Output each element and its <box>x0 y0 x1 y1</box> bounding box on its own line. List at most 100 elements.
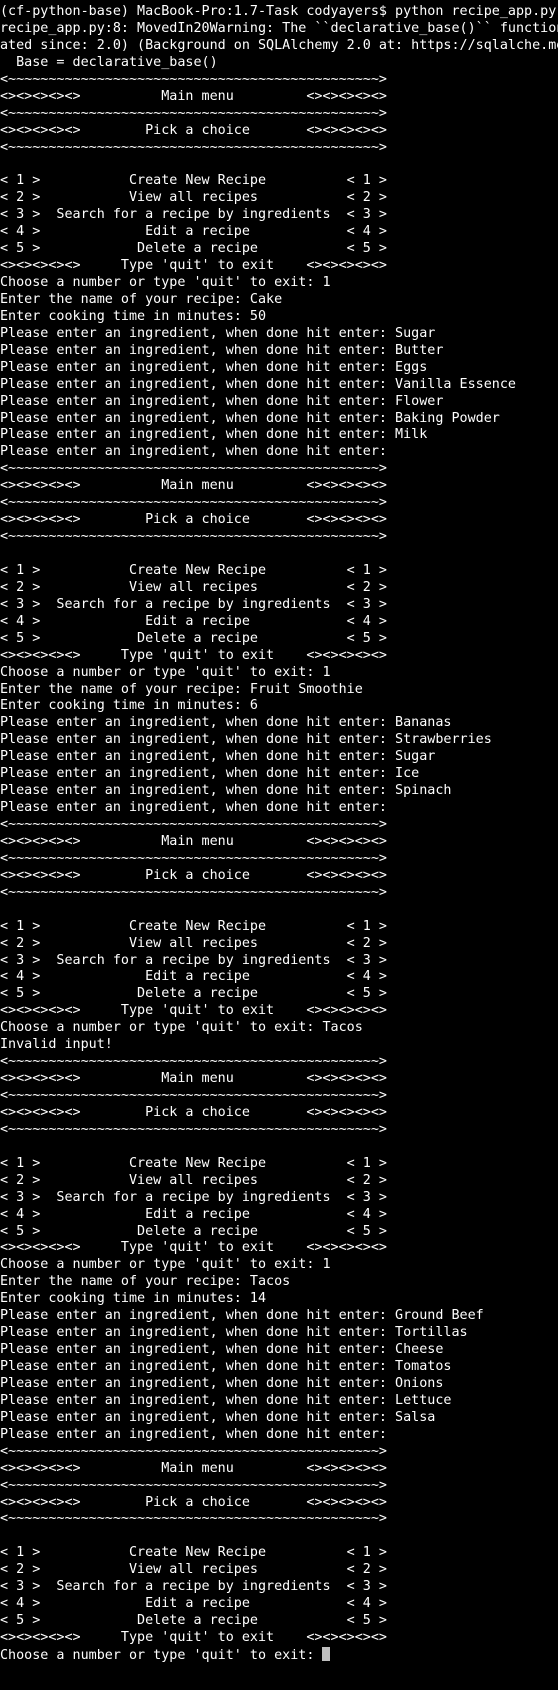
terminal-line: Please enter an ingredient, when done hi… <box>0 325 436 341</box>
terminal-line: ated since: 2.0) (Background on SQLAlche… <box>0 37 558 53</box>
terminal-line: Please enter an ingredient, when done hi… <box>0 1308 484 1324</box>
terminal-line: < 5 > Delete a recipe < 5 > <box>0 986 387 1002</box>
terminal-line: Please enter an ingredient, when done hi… <box>0 800 387 816</box>
terminal-line: <~~~~~~~~~~~~~~~~~~~~~~~~~~~~~~~~~~~~~~~… <box>0 1477 387 1493</box>
terminal-line: <~~~~~~~~~~~~~~~~~~~~~~~~~~~~~~~~~~~~~~~… <box>0 495 387 511</box>
terminal-line: Please enter an ingredient, when done hi… <box>0 410 500 426</box>
terminal-line: <~~~~~~~~~~~~~~~~~~~~~~~~~~~~~~~~~~~~~~~… <box>0 71 387 87</box>
terminal-line: < 5 > Delete a recipe < 5 > <box>0 241 387 257</box>
terminal-line: Enter the name of your recipe: Tacos <box>0 1274 291 1290</box>
terminal-line: < 2 > View all recipes < 2 > <box>0 579 387 595</box>
terminal-line: <><><><><> Pick a choice <><><><><> <box>0 1104 387 1120</box>
terminal-line: <><><><><> Main menu <><><><><> <box>0 833 387 849</box>
terminal-line: < 4 > Edit a recipe < 4 > <box>0 969 387 985</box>
terminal-line: < 4 > Edit a recipe < 4 > <box>0 1596 387 1612</box>
terminal-line: <~~~~~~~~~~~~~~~~~~~~~~~~~~~~~~~~~~~~~~~… <box>0 1443 387 1459</box>
terminal-line: < 3 > Search for a recipe by ingredients… <box>0 1189 387 1205</box>
terminal-line: <~~~~~~~~~~~~~~~~~~~~~~~~~~~~~~~~~~~~~~~… <box>0 461 387 477</box>
terminal-line: recipe_app.py:8: MovedIn20Warning: The `… <box>0 20 558 36</box>
terminal-line: <><><><><> Pick a choice <><><><><> <box>0 867 387 883</box>
terminal-line: Please enter an ingredient, when done hi… <box>0 783 452 799</box>
terminal-line: Please enter an ingredient, when done hi… <box>0 1392 452 1408</box>
terminal-line: < 1 > Create New Recipe < 1 > <box>0 1155 387 1171</box>
terminal-line: <><><><><> Type 'quit' to exit <><><><><… <box>0 1003 387 1019</box>
terminal-line: <><><><><> Type 'quit' to exit <><><><><… <box>0 1630 387 1645</box>
terminal-line: <~~~~~~~~~~~~~~~~~~~~~~~~~~~~~~~~~~~~~~~… <box>0 529 387 545</box>
terminal-line: < 4 > Edit a recipe < 4 > <box>0 1206 387 1222</box>
terminal-line: Please enter an ingredient, when done hi… <box>0 1325 468 1341</box>
terminal-line: < 4 > Edit a recipe < 4 > <box>0 613 387 629</box>
terminal-line: <~~~~~~~~~~~~~~~~~~~~~~~~~~~~~~~~~~~~~~~… <box>0 1054 387 1070</box>
terminal-line: < 5 > Delete a recipe < 5 > <box>0 1223 387 1239</box>
terminal-line: < 3 > Search for a recipe by ingredients… <box>0 207 387 223</box>
terminal-line: < 1 > Create New Recipe < 1 > <box>0 918 387 934</box>
terminal-line: Please enter an ingredient, when done hi… <box>0 732 492 748</box>
terminal-line: < 1 > Create New Recipe < 1 > <box>0 1545 387 1561</box>
terminal-line: Base = declarative_base() <box>0 54 218 70</box>
terminal-line: < 2 > View all recipes < 2 > <box>0 935 387 951</box>
terminal-line: Please enter an ingredient, when done hi… <box>0 444 387 460</box>
terminal-line: Please enter an ingredient, when done hi… <box>0 1359 452 1374</box>
terminal-line: < 1 > Create New Recipe < 1 > <box>0 562 387 578</box>
terminal-line: <~~~~~~~~~~~~~~~~~~~~~~~~~~~~~~~~~~~~~~~… <box>0 817 387 832</box>
terminal-line: Please enter an ingredient, when done hi… <box>0 393 444 409</box>
terminal-line: < 3 > Search for a recipe by ingredients… <box>0 596 387 612</box>
prompt-text: Choose a number or type 'quit' to exit: <box>0 1647 323 1663</box>
terminal-line: <><><><><> Pick a choice <><><><><> <box>0 512 387 528</box>
terminal-line: Invalid input! <box>0 1037 113 1053</box>
terminal-line: < 3 > Search for a recipe by ingredients… <box>0 952 387 968</box>
terminal-line: Please enter an ingredient, when done hi… <box>0 427 428 443</box>
terminal-line: <~~~~~~~~~~~~~~~~~~~~~~~~~~~~~~~~~~~~~~~… <box>0 884 387 900</box>
terminal-line: < 5 > Delete a recipe < 5 > <box>0 1613 387 1629</box>
terminal-line: Please enter an ingredient, when done hi… <box>0 1375 444 1391</box>
terminal-line: < 2 > View all recipes < 2 > <box>0 1172 387 1188</box>
terminal-line: Please enter an ingredient, when done hi… <box>0 1426 387 1442</box>
terminal-line: <><><><><> Type 'quit' to exit <><><><><… <box>0 647 387 663</box>
terminal-line: <~~~~~~~~~~~~~~~~~~~~~~~~~~~~~~~~~~~~~~~… <box>0 1088 387 1103</box>
terminal-line: < 2 > View all recipes < 2 > <box>0 190 387 206</box>
terminal-line: < 4 > Edit a recipe < 4 > <box>0 224 387 240</box>
terminal-line: < 1 > Create New Recipe < 1 > <box>0 173 387 189</box>
terminal-line: <~~~~~~~~~~~~~~~~~~~~~~~~~~~~~~~~~~~~~~~… <box>0 139 387 155</box>
terminal-line: <~~~~~~~~~~~~~~~~~~~~~~~~~~~~~~~~~~~~~~~… <box>0 1511 387 1527</box>
terminal-line: Enter cooking time in minutes: 14 <box>0 1291 267 1307</box>
terminal-line: <><><><><> Main menu <><><><><> <box>0 1460 387 1476</box>
terminal-line: <><><><><> Type 'quit' to exit <><><><><… <box>0 258 387 274</box>
terminal-line: <><><><><> Pick a choice <><><><><> <box>0 1494 387 1510</box>
terminal-line: Please enter an ingredient, when done hi… <box>0 342 444 358</box>
terminal-line: <~~~~~~~~~~~~~~~~~~~~~~~~~~~~~~~~~~~~~~~… <box>0 850 387 866</box>
terminal-line: Please enter an ingredient, when done hi… <box>0 359 428 375</box>
terminal-output: (cf-python-base) MacBook-Pro:1.7-Task co… <box>0 4 558 1647</box>
terminal-line: (cf-python-base) MacBook-Pro:1.7-Task co… <box>0 4 557 19</box>
terminal-window[interactable]: (cf-python-base) MacBook-Pro:1.7-Task co… <box>0 0 558 1690</box>
terminal-line: Choose a number or type 'quit' to exit: … <box>0 275 331 290</box>
terminal-line: <><><><><> Main menu <><><><><> <box>0 478 387 494</box>
terminal-line: Please enter an ingredient, when done hi… <box>0 376 516 392</box>
terminal-line: <><><><><> Type 'quit' to exit <><><><><… <box>0 1240 387 1256</box>
terminal-line: < 3 > Search for a recipe by ingredients… <box>0 1579 387 1595</box>
terminal-line: <~~~~~~~~~~~~~~~~~~~~~~~~~~~~~~~~~~~~~~~… <box>0 1121 387 1137</box>
terminal-line: < 2 > View all recipes < 2 > <box>0 1562 387 1578</box>
terminal-line: Please enter an ingredient, when done hi… <box>0 766 420 782</box>
terminal-line: <><><><><> Main menu <><><><><> <box>0 88 387 104</box>
terminal-line: < 5 > Delete a recipe < 5 > <box>0 630 387 646</box>
terminal-line: Please enter an ingredient, when done hi… <box>0 715 452 731</box>
terminal-line: <><><><><> Main menu <><><><><> <box>0 1071 387 1087</box>
terminal-line: <><><><><> Pick a choice <><><><><> <box>0 122 387 138</box>
terminal-line: Choose a number or type 'quit' to exit: … <box>0 1257 331 1273</box>
terminal-line: Choose a number or type 'quit' to exit: … <box>0 1020 363 1036</box>
terminal-line: Please enter an ingredient, when done hi… <box>0 749 436 765</box>
terminal-line: <~~~~~~~~~~~~~~~~~~~~~~~~~~~~~~~~~~~~~~~… <box>0 105 387 121</box>
terminal-line: Enter cooking time in minutes: 6 <box>0 698 258 714</box>
text-cursor <box>322 1646 331 1661</box>
terminal-line: Please enter an ingredient, when done hi… <box>0 1409 436 1425</box>
terminal-prompt-line[interactable]: Choose a number or type 'quit' to exit: <box>0 1646 558 1664</box>
terminal-line: Please enter an ingredient, when done hi… <box>0 1342 444 1358</box>
terminal-line: Enter the name of your recipe: Cake <box>0 291 283 307</box>
terminal-line: Enter the name of your recipe: Fruit Smo… <box>0 681 363 697</box>
